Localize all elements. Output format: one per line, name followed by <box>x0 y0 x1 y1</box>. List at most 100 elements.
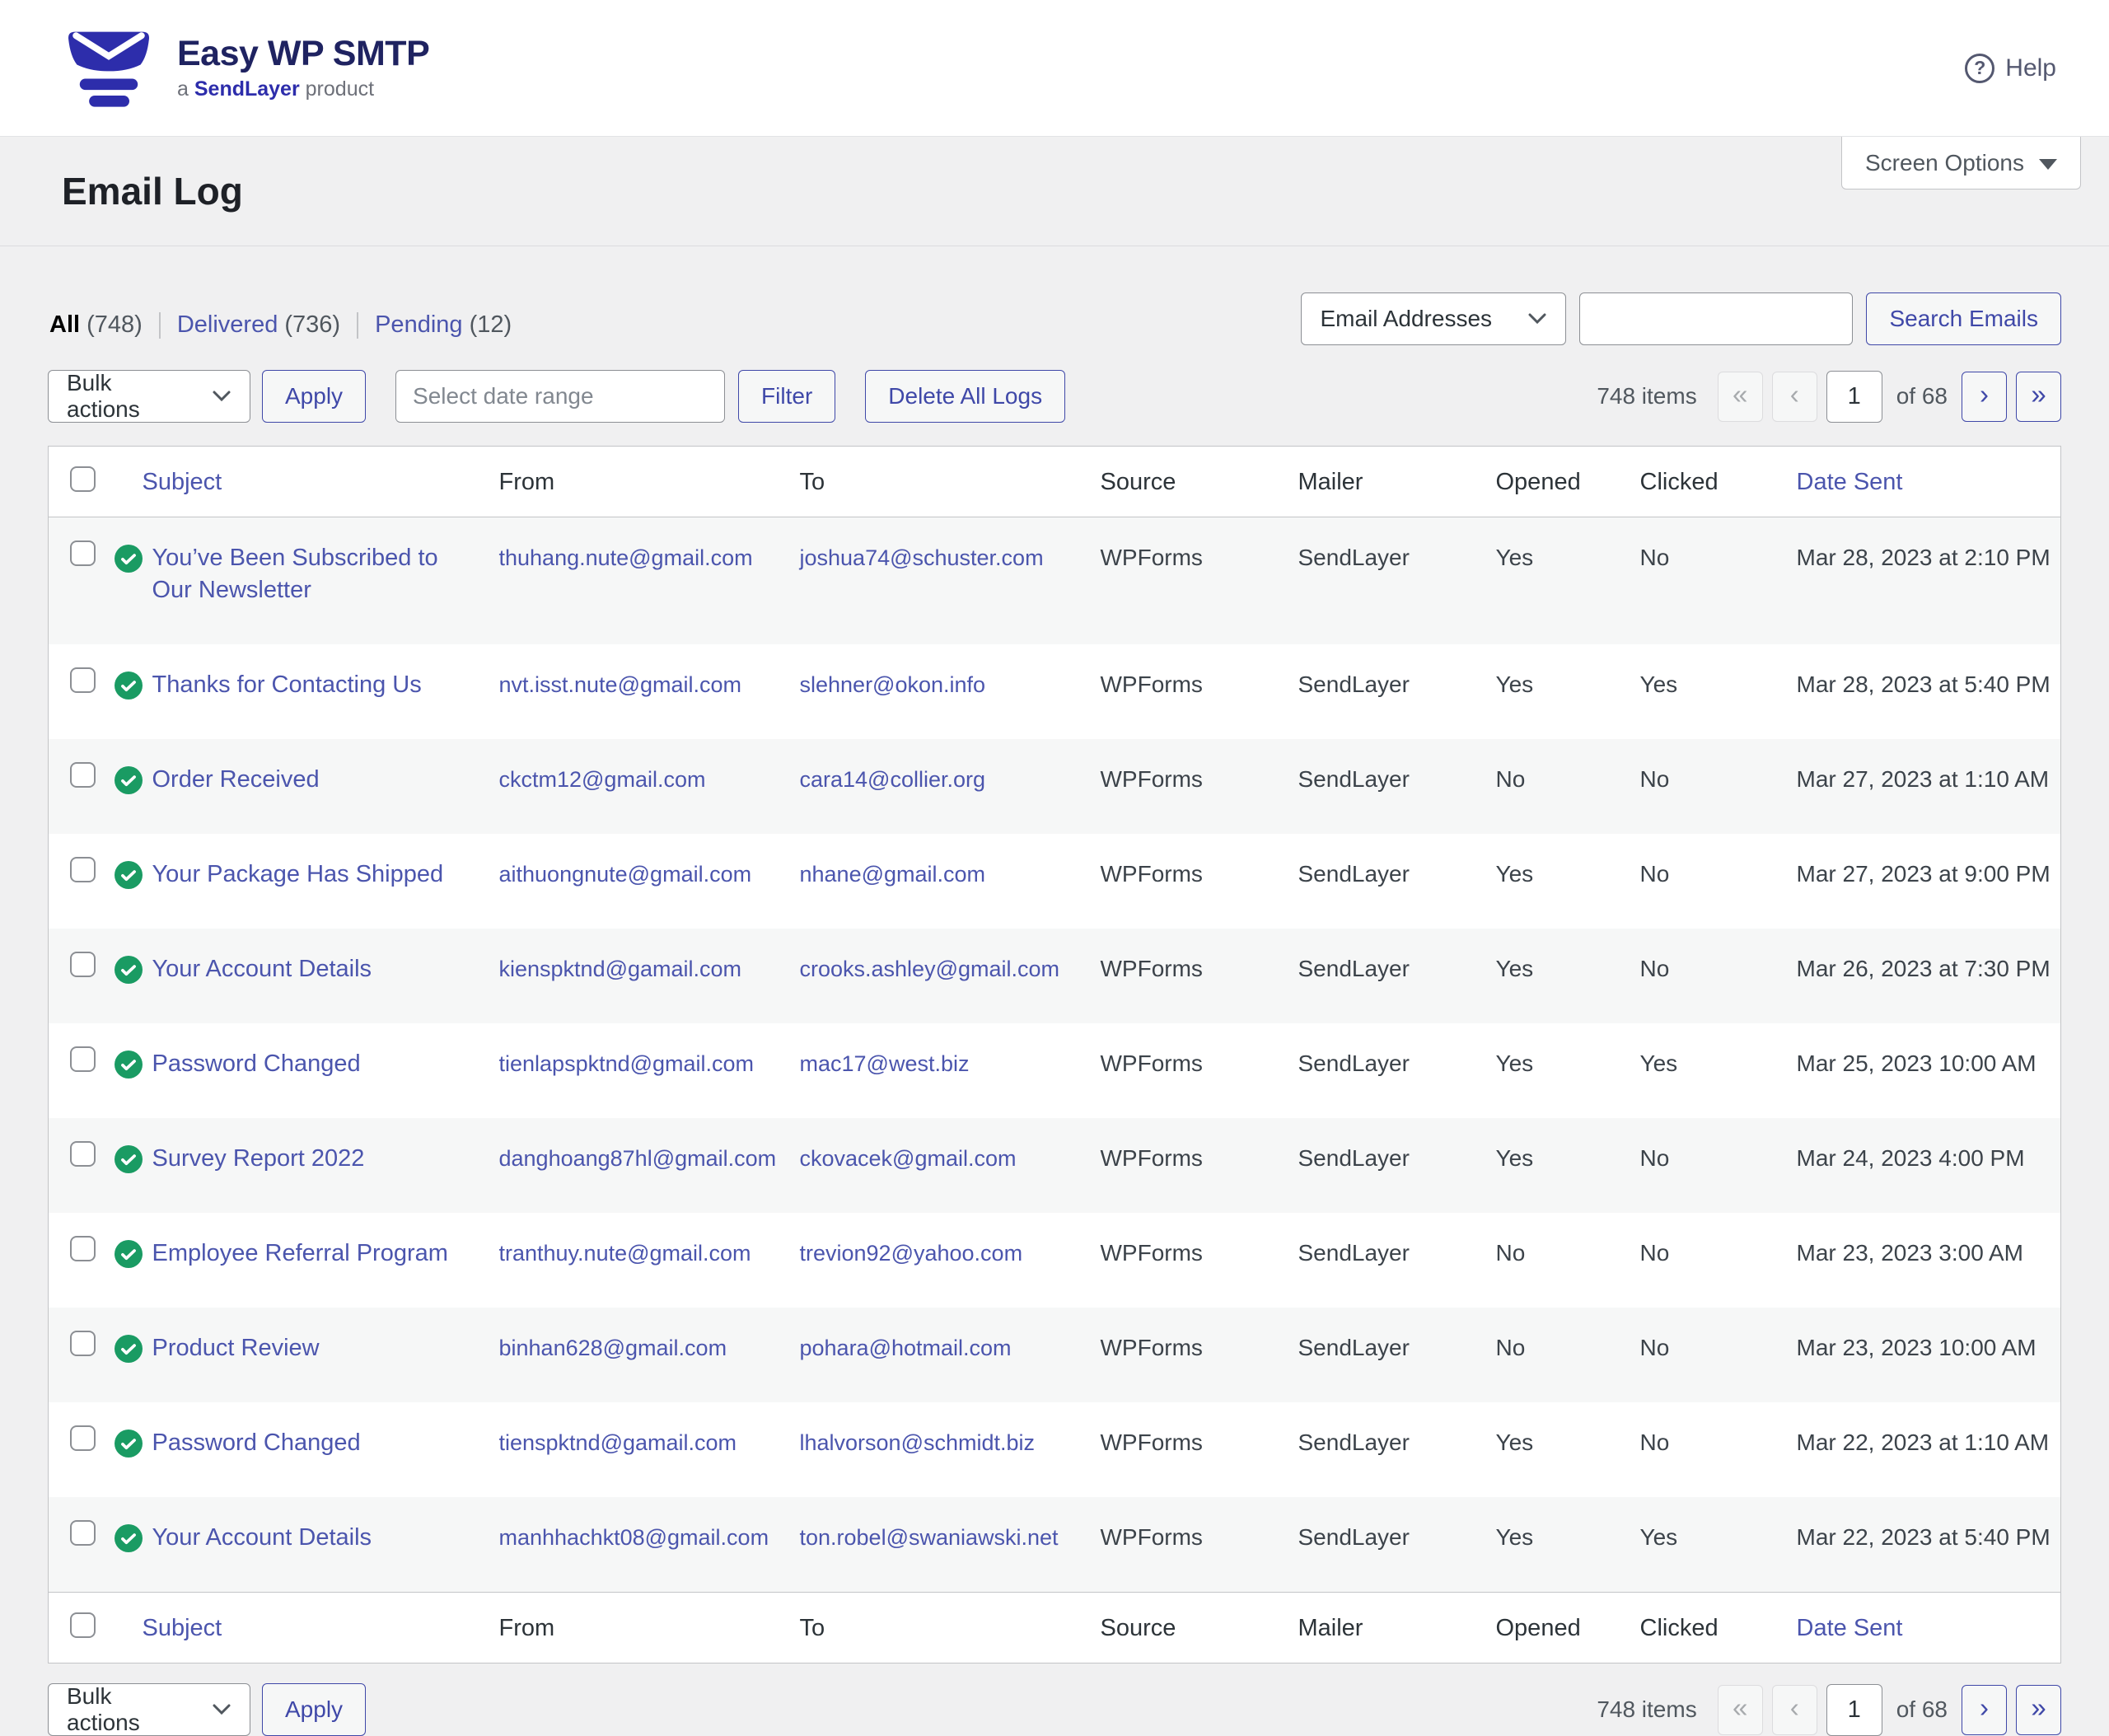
to-cell: ckovacek@gmail.com <box>790 1118 1091 1213</box>
subject-link[interactable]: Your Account Details <box>152 953 372 985</box>
next-page-button[interactable]: › <box>1962 1685 2007 1735</box>
date-range-input[interactable] <box>395 370 725 423</box>
to-email-link[interactable]: trevion92@yahoo.com <box>800 1241 1023 1266</box>
column-header-date[interactable]: Date Sent <box>1787 447 2061 517</box>
tab-delivered[interactable]: Delivered (736) <box>177 311 340 339</box>
opened-cell: Yes <box>1486 1023 1630 1118</box>
search-emails-button[interactable]: Search Emails <box>1866 292 2061 345</box>
tab-all[interactable]: All (748) <box>49 311 143 339</box>
subject-link[interactable]: Your Account Details <box>152 1522 372 1554</box>
select-all-checkbox[interactable] <box>70 1612 96 1638</box>
row-checkbox[interactable] <box>70 1236 96 1261</box>
to-email-link[interactable]: ckovacek@gmail.com <box>800 1146 1017 1171</box>
to-email-link[interactable]: lhalvorson@schmidt.biz <box>800 1430 1036 1455</box>
apply-button-bottom[interactable]: Apply <box>262 1683 366 1736</box>
row-checkbox[interactable] <box>70 540 96 566</box>
envelope-logo-icon <box>62 27 156 110</box>
to-email-link[interactable]: joshua74@schuster.com <box>800 545 1044 570</box>
email-log-row: Survey Report 2022 danghoang87hl@gmail.co… <box>49 1118 2061 1213</box>
next-page-button[interactable]: › <box>1962 372 2007 422</box>
mailer-cell: SendLayer <box>1288 1023 1486 1118</box>
subject-link[interactable]: You’ve Been Subscribed to Our Newsletter <box>152 542 459 606</box>
last-page-button[interactable]: » <box>2016 1685 2061 1735</box>
to-email-link[interactable]: slehner@okon.info <box>800 672 986 697</box>
prev-page-button[interactable]: ‹ <box>1772 372 1817 422</box>
row-checkbox[interactable] <box>70 667 96 693</box>
date-sent-cell: Mar 25, 2023 10:00 AM <box>1787 1023 2061 1118</box>
from-email-link[interactable]: tranthuy.nute@gmail.com <box>499 1241 751 1266</box>
to-email-link[interactable]: nhane@gmail.com <box>800 862 986 887</box>
filter-button[interactable]: Filter <box>738 370 835 423</box>
from-email-link[interactable]: aithuongnute@gmail.com <box>499 862 752 887</box>
current-page-input[interactable] <box>1826 1684 1882 1736</box>
source-cell: WPForms <box>1091 1213 1288 1308</box>
from-email-link[interactable]: binhan628@gmail.com <box>499 1336 727 1360</box>
row-checkbox[interactable] <box>70 1331 96 1356</box>
row-checkbox[interactable] <box>70 1046 96 1072</box>
screen-options-button[interactable]: Screen Options <box>1841 137 2081 190</box>
help-link[interactable]: ? Help <box>1965 54 2056 83</box>
last-page-button[interactable]: » <box>2016 372 2061 422</box>
search-input[interactable] <box>1579 292 1853 345</box>
to-email-link[interactable]: crooks.ashley@gmail.com <box>800 957 1060 981</box>
from-email-link[interactable]: tienspktnd@gamail.com <box>499 1430 737 1455</box>
from-email-link[interactable]: nvt.isst.nute@gmail.com <box>499 672 742 697</box>
row-checkbox[interactable] <box>70 1425 96 1451</box>
column-header-date[interactable]: Date Sent <box>1787 1593 2061 1663</box>
search-field-select[interactable]: Email Addresses <box>1301 292 1566 345</box>
mailer-cell: SendLayer <box>1288 834 1486 929</box>
first-page-button[interactable]: « <box>1718 372 1763 422</box>
date-sent-cell: Mar 22, 2023 at 1:10 AM <box>1787 1402 2061 1497</box>
row-checkbox[interactable] <box>70 952 96 977</box>
subject-link[interactable]: Password Changed <box>152 1427 361 1459</box>
apply-button[interactable]: Apply <box>262 370 366 423</box>
to-cell: trevion92@yahoo.com <box>790 1213 1091 1308</box>
to-email-link[interactable]: pohara@hotmail.com <box>800 1336 1012 1360</box>
delivered-status-check-icon <box>115 1048 143 1079</box>
subject-cell: Employee Referral Program <box>115 1213 489 1308</box>
source-cell: WPForms <box>1091 1402 1288 1497</box>
subject-link[interactable]: Order Received <box>152 764 320 796</box>
delete-all-logs-button[interactable]: Delete All Logs <box>865 370 1065 423</box>
row-checkbox[interactable] <box>70 1141 96 1167</box>
items-count: 748 items <box>1597 1696 1696 1723</box>
email-log-row: Employee Referral Program tranthuy.nute@g… <box>49 1213 2061 1308</box>
tab-separator <box>357 312 358 339</box>
from-email-link[interactable]: danghoang87hl@gmail.com <box>499 1146 777 1171</box>
date-sent-cell: Mar 27, 2023 at 1:10 AM <box>1787 739 2061 834</box>
from-email-link[interactable]: ckctm12@gmail.com <box>499 767 706 792</box>
column-header-subject[interactable]: Subject <box>115 1593 489 1663</box>
to-email-link[interactable]: mac17@west.biz <box>800 1051 970 1076</box>
subject-link[interactable]: Product Review <box>152 1332 320 1364</box>
subject-link[interactable]: Your Package Has Shipped <box>152 859 444 891</box>
from-email-link[interactable]: manhhachkt08@gmail.com <box>499 1525 769 1550</box>
to-email-link[interactable]: cara14@collier.org <box>800 767 986 792</box>
help-icon: ? <box>1965 54 1994 83</box>
subject-link[interactable]: Survey Report 2022 <box>152 1143 365 1175</box>
current-page-input[interactable] <box>1826 371 1882 423</box>
screen-options-label: Screen Options <box>1865 150 2024 176</box>
from-email-link[interactable]: kienspktnd@gamail.com <box>499 957 742 981</box>
row-checkbox[interactable] <box>70 1520 96 1546</box>
first-page-button[interactable]: « <box>1718 1685 1763 1735</box>
prev-page-button[interactable]: ‹ <box>1772 1685 1817 1735</box>
tab-pending[interactable]: Pending (12) <box>375 311 512 339</box>
delivered-status-check-icon <box>115 1522 143 1552</box>
clicked-cell: No <box>1630 1118 1787 1213</box>
bulk-actions-select-bottom[interactable]: Bulk actions <box>48 1683 250 1736</box>
from-cell: danghoang87hl@gmail.com <box>489 1118 790 1213</box>
column-header-subject[interactable]: Subject <box>115 447 489 517</box>
subject-link[interactable]: Thanks for Contacting Us <box>152 669 422 701</box>
from-email-link[interactable]: tienlapspktnd@gmail.com <box>499 1051 755 1076</box>
subject-link[interactable]: Password Changed <box>152 1048 361 1080</box>
select-all-checkbox[interactable] <box>70 466 96 492</box>
bulk-actions-select[interactable]: Bulk actions <box>48 370 250 423</box>
date-sent-cell: Mar 24, 2023 4:00 PM <box>1787 1118 2061 1213</box>
row-checkbox[interactable] <box>70 762 96 788</box>
to-email-link[interactable]: ton.robel@swaniawski.net <box>800 1525 1059 1550</box>
from-email-link[interactable]: thuhang.nute@gmail.com <box>499 545 753 570</box>
from-cell: ckctm12@gmail.com <box>489 739 790 834</box>
subject-cell: Thanks for Contacting Us <box>115 644 489 739</box>
row-checkbox[interactable] <box>70 857 96 882</box>
subject-link[interactable]: Employee Referral Program <box>152 1238 448 1270</box>
